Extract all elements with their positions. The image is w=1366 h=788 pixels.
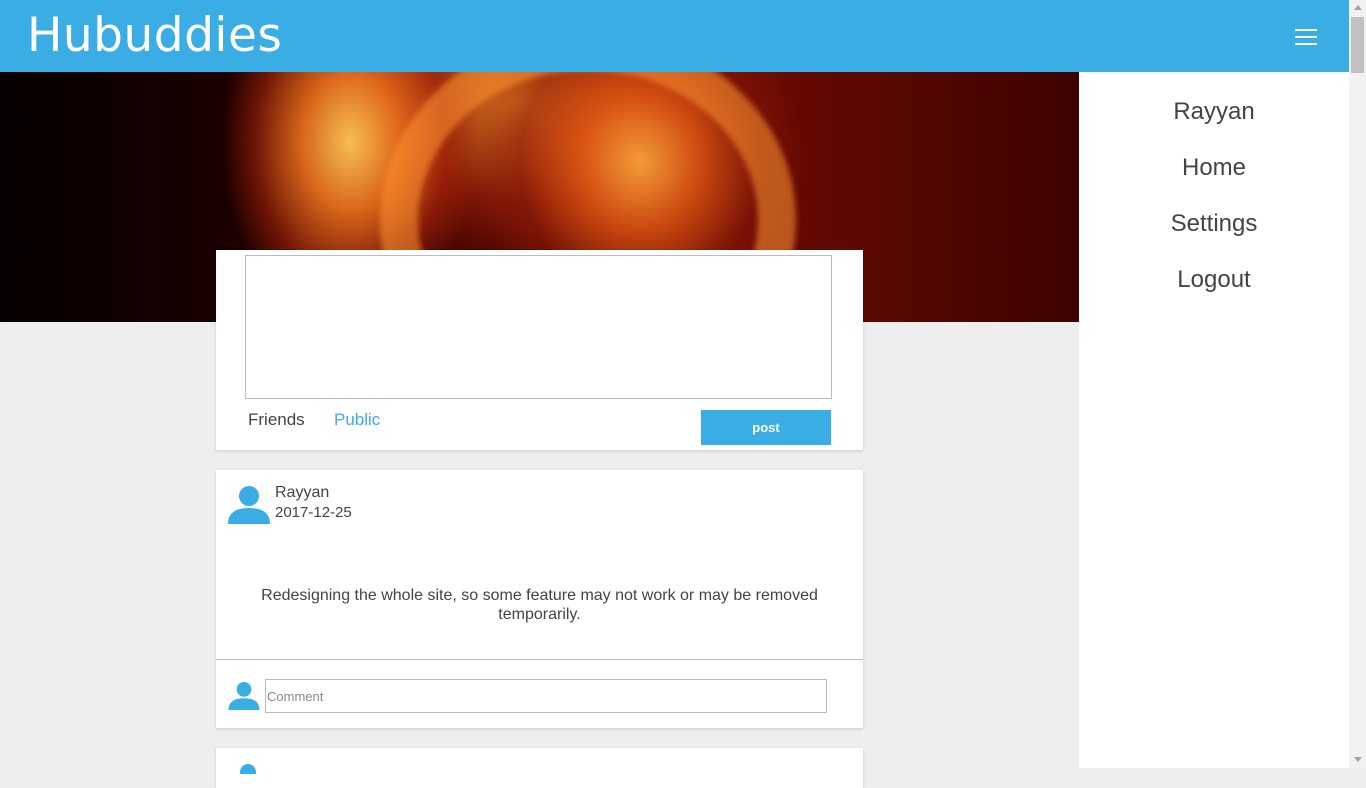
post-composer: Friends Public post [216,250,863,450]
side-menu: Rayyan Home Settings Logout [1079,72,1349,768]
audience-friends-option[interactable]: Friends [248,410,305,430]
page-scrollbar[interactable] [1349,0,1366,768]
side-menu-item-logout[interactable]: Logout [1079,266,1349,294]
post-button[interactable]: post [701,410,831,445]
comment-input[interactable] [265,679,827,713]
scroll-down-arrow-icon[interactable] [1354,757,1362,762]
hamburger-icon[interactable] [1292,26,1320,48]
audience-public-option[interactable]: Public [334,410,380,430]
scroll-up-arrow-icon[interactable] [1354,5,1362,10]
side-menu-item-settings[interactable]: Settings [1079,210,1349,238]
top-navbar: Hubuddies [0,0,1349,72]
post-card: Rayyan 2017-12-25 Redesigning the whole … [216,470,863,728]
next-post-card [216,748,863,788]
post-date: 2017-12-25 [275,504,352,521]
post-body: Redesigning the whole site, so some feat… [261,587,818,623]
user-avatar-icon[interactable] [228,486,270,524]
post-author[interactable]: Rayyan [275,484,329,502]
scroll-thumb[interactable] [1351,17,1364,73]
side-menu-item-profile[interactable]: Rayyan [1079,98,1349,126]
comment-avatar-icon [228,682,260,710]
side-menu-item-home[interactable]: Home [1079,154,1349,182]
user-avatar-icon [240,764,256,774]
brand-logo[interactable]: Hubuddies [27,8,282,63]
divider [216,659,863,660]
post-textarea[interactable] [245,255,832,399]
